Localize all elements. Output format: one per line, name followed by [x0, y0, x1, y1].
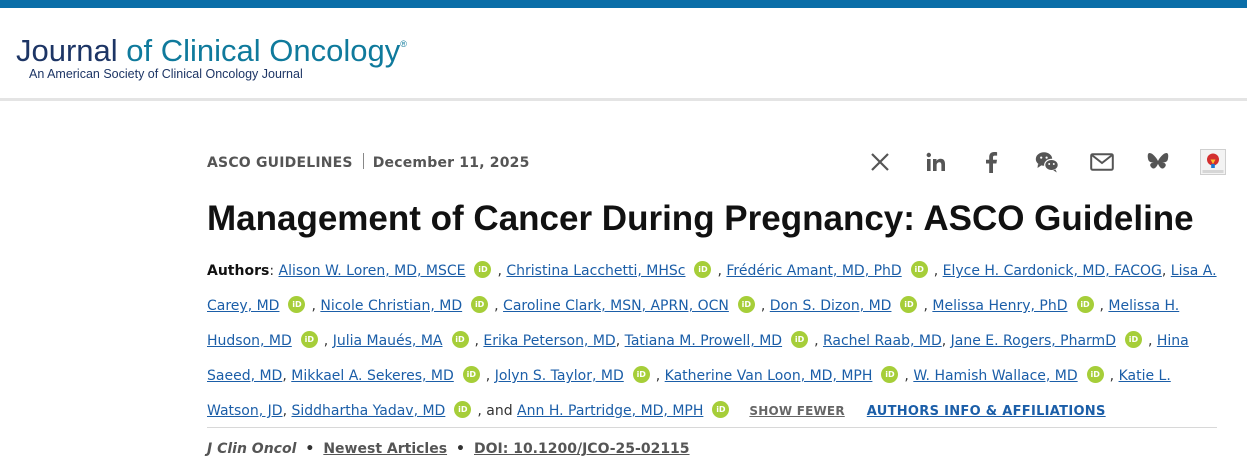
author-link[interactable]: Frédéric Amant, MD, PhD	[726, 263, 901, 279]
citation-journal: J Clin Oncol	[207, 441, 297, 457]
article-title: Management of Cancer During Pregnancy: A…	[207, 199, 1194, 238]
and-conjunction: and	[486, 403, 513, 419]
journal-logo[interactable]: Journal of Clinical Oncology® An America…	[16, 26, 407, 81]
author-link[interactable]: W. Hamish Wallace, MD	[913, 368, 1077, 384]
author-link[interactable]: Jolyn S. Taylor, MD	[495, 368, 624, 384]
author-link[interactable]: Nicole Christian, MD	[320, 298, 462, 314]
x-icon[interactable]	[866, 148, 894, 176]
article-category: ASCO GUIDELINES	[207, 155, 353, 171]
author-link[interactable]: Don S. Dizon, MD	[770, 298, 892, 314]
email-icon[interactable]	[1088, 148, 1116, 176]
orcid-icon[interactable]: iD	[881, 366, 899, 383]
logo-word-rest: of Clinical Oncology	[117, 33, 401, 68]
site-header: Journal of Clinical Oncology® An America…	[0, 8, 1247, 101]
author-link[interactable]: Elyce H. Cardonick, MD, FACOG	[943, 263, 1162, 279]
author-link[interactable]: Tatiana M. Prowell, MD	[625, 333, 782, 349]
orcid-icon[interactable]: iD	[632, 366, 650, 383]
author-list: Authors: Alison W. Loren, MD, MSCE iD, Ch…	[207, 261, 1217, 419]
article-date: December 11, 2025	[372, 155, 530, 171]
citation-line: J Clin Oncol • Newest Articles • DOI: 10.120…	[207, 441, 690, 457]
share-toolbar	[866, 148, 1227, 176]
orcid-icon[interactable]: iD	[900, 296, 918, 313]
author-link[interactable]: Jane E. Rogers, PharmD	[951, 333, 1116, 349]
mendeley-icon[interactable]	[1199, 148, 1227, 176]
author-link[interactable]: Mikkael A. Sekeres, MD	[291, 368, 454, 384]
orcid-icon[interactable]: iD	[474, 261, 492, 278]
authors-label: Authors	[207, 263, 270, 279]
author-link[interactable]: Katherine Van Loon, MD, MPH	[665, 368, 873, 384]
author-link[interactable]: Caroline Clark, MSN, APRN, OCN	[503, 298, 729, 314]
article-meta: ASCO GUIDELINES December 11, 2025	[207, 153, 530, 171]
bullet-separator: •	[456, 441, 465, 457]
orcid-icon[interactable]: iD	[300, 331, 318, 348]
authors-info-affiliations-link[interactable]: AUTHORS INFO & AFFILIATIONS	[867, 404, 1106, 419]
orcid-icon[interactable]: iD	[791, 331, 809, 348]
orcid-icon[interactable]: iD	[471, 296, 489, 313]
linkedin-icon[interactable]	[922, 148, 950, 176]
orcid-icon[interactable]: iD	[1124, 331, 1142, 348]
logo-word-journal: Journal	[16, 33, 118, 68]
section-divider	[207, 427, 1217, 428]
wechat-icon[interactable]	[1033, 148, 1061, 176]
author-link[interactable]: Melissa Henry, PhD	[932, 298, 1067, 314]
logo-subtitle: An American Society of Clinical Oncology…	[29, 67, 303, 81]
orcid-icon[interactable]: iD	[737, 296, 755, 313]
orcid-icon[interactable]: iD	[1076, 296, 1094, 313]
show-fewer-button[interactable]: SHOW FEWER	[749, 404, 844, 418]
newest-articles-link[interactable]: Newest Articles	[323, 441, 447, 457]
author-link[interactable]: Christina Lacchetti, MHSc	[506, 263, 685, 279]
author-link[interactable]: Julia Maués, MA	[333, 333, 443, 349]
orcid-icon[interactable]: iD	[462, 366, 480, 383]
author-link[interactable]: Alison W. Loren, MD, MSCE	[279, 263, 466, 279]
author-link[interactable]: Rachel Raab, MD	[823, 333, 942, 349]
registered-mark: ®	[400, 39, 407, 49]
orcid-icon[interactable]: iD	[1086, 366, 1104, 383]
doi-link[interactable]: DOI: 10.1200/JCO-25-02115	[474, 441, 690, 457]
facebook-icon[interactable]	[977, 148, 1005, 176]
orcid-icon[interactable]: iD	[451, 331, 469, 348]
meta-separator	[362, 153, 364, 169]
top-accent-bar	[0, 0, 1247, 8]
orcid-icon[interactable]: iD	[694, 261, 712, 278]
logo-title: Journal of Clinical Oncology®	[16, 26, 407, 69]
orcid-icon[interactable]: iD	[712, 401, 730, 418]
bullet-separator: •	[305, 441, 315, 457]
author-link[interactable]: Siddhartha Yadav, MD	[291, 403, 445, 419]
orcid-icon[interactable]: iD	[910, 261, 928, 278]
orcid-icon[interactable]: iD	[288, 296, 306, 313]
orcid-icon[interactable]: iD	[454, 401, 472, 418]
bluesky-icon[interactable]	[1144, 148, 1172, 176]
author-link[interactable]: Ann H. Partridge, MD, MPH	[517, 403, 703, 419]
author-link[interactable]: Erika Peterson, MD	[483, 333, 615, 349]
